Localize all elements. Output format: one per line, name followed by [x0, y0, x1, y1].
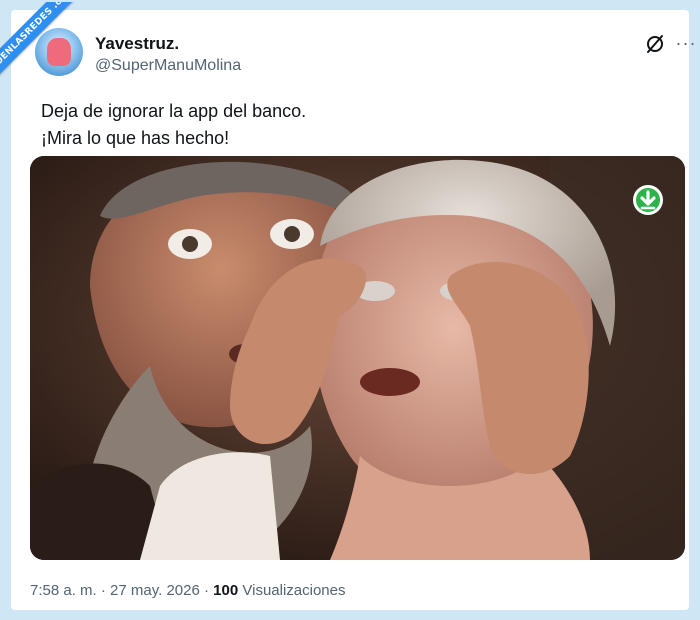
author-display-name[interactable]: Yavestruz.: [95, 34, 179, 54]
avatar-figure: [47, 38, 71, 66]
tweet-time[interactable]: 7:58 a. m.: [30, 582, 97, 599]
more-options-icon[interactable]: ···: [675, 32, 697, 54]
tweet-media-image[interactable]: [30, 156, 685, 560]
author-handle[interactable]: @SuperManuMolina: [95, 57, 241, 75]
meta-separator: ·: [100, 582, 106, 599]
tweet-card: Yavestruz. @SuperManuMolina ··· Deja de …: [11, 10, 695, 610]
tweet-date[interactable]: 27 may. 2026: [110, 582, 200, 599]
media-illustration: [30, 156, 685, 560]
page: Yavestruz. @SuperManuMolina ··· Deja de …: [0, 0, 700, 620]
views-count[interactable]: 100: [213, 582, 238, 599]
tweet-text: Deja de ignorar la app del banco. ¡Mira …: [41, 98, 671, 152]
download-icon[interactable]: [632, 184, 664, 216]
author-avatar[interactable]: [35, 28, 83, 76]
grok-icon[interactable]: [645, 34, 665, 54]
views-label: Visualizaciones: [242, 582, 346, 599]
tweet-meta: 7:58 a. m. · 27 may. 2026 · 100 Visualiz…: [30, 582, 346, 599]
tweet-line-2: ¡Mira lo que has hecho!: [41, 128, 230, 148]
meta-separator: ·: [204, 582, 209, 599]
tweet-line-1: Deja de ignorar la app del banco.: [41, 101, 307, 121]
woman-mouth: [360, 368, 420, 396]
